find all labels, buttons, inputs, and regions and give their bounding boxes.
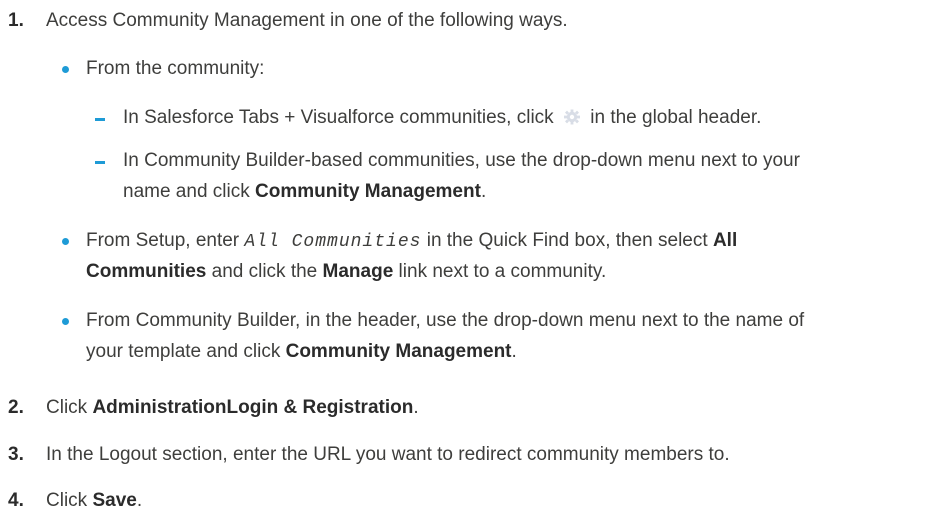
bullet-dot-icon [62,66,69,73]
step-text: Click Save. [46,490,143,511]
way-builder-based-line2: name and click Community Management. [123,181,487,202]
way-setup-line2: Communities and click the Manage link ne… [86,261,607,282]
gear-icon [561,109,583,125]
step-text: Access Community Management in one of th… [46,10,568,31]
dash-icon [95,118,105,121]
bullet-dot-icon [62,238,69,245]
way-builder-line1: From Community Builder, in the header, u… [86,310,805,331]
step-number: 4. [8,490,24,511]
way-setup-line1: From Setup, enter All Communities in the… [86,230,738,252]
step-number: 1. [8,10,24,31]
step-number: 2. [8,397,24,418]
dash-icon [95,161,105,164]
step-text: In the Logout section, enter the URL you… [46,444,730,465]
way-builder-line2: your template and click Community Manage… [86,341,517,362]
way-tabs-visualforce: In Salesforce Tabs + Visualforce communi… [123,107,762,128]
way-community-label: From the community: [86,58,265,79]
step-text: Click AdministrationLogin & Registration… [46,397,419,418]
quick-find-code: All Communities [244,232,422,252]
bullet-dot-icon [62,318,69,325]
step-number: 3. [8,444,24,465]
way-builder-based-line1: In Community Builder-based communities, … [123,150,800,171]
